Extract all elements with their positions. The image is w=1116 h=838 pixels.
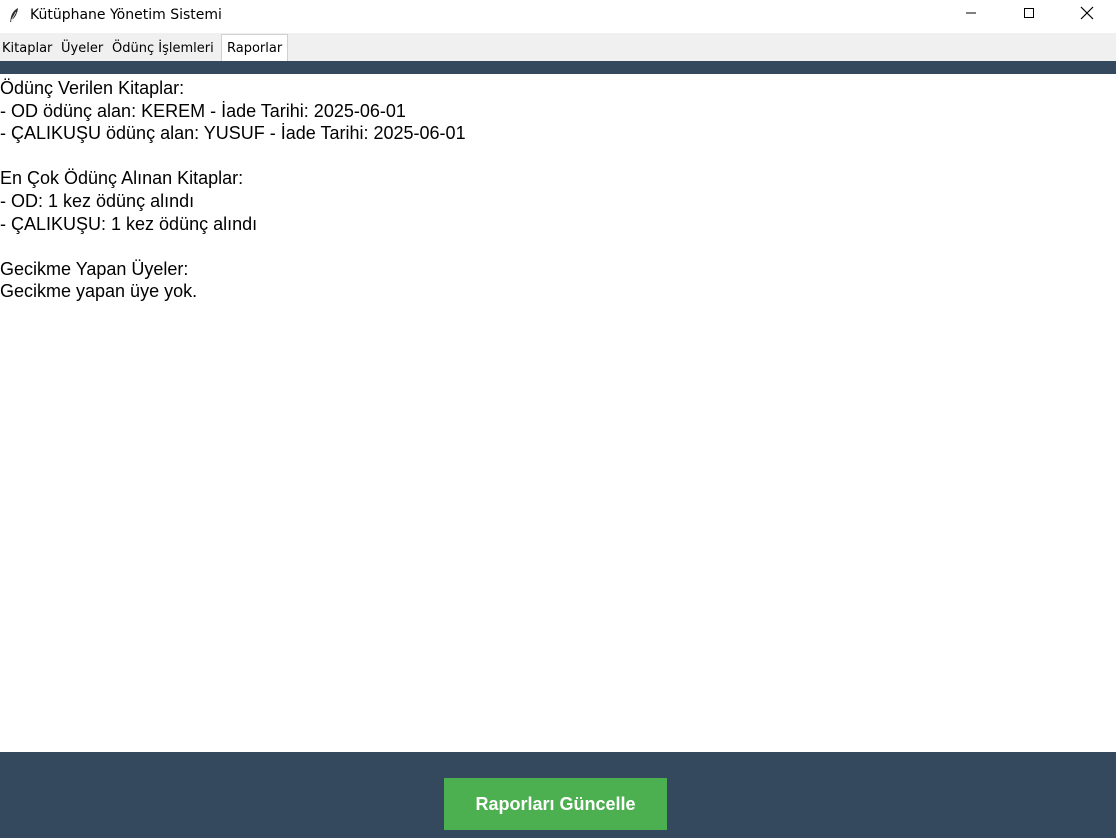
- header-divider: [0, 61, 1116, 74]
- tab-odunc-islemleri[interactable]: Ödünç İşlemleri: [110, 37, 216, 61]
- title-bar: Kütüphane Yönetim Sistemi: [0, 0, 1116, 30]
- footer-bar: Raporları Güncelle: [0, 752, 1116, 838]
- maximize-icon: [1023, 6, 1035, 24]
- minimize-button[interactable]: [942, 0, 1000, 30]
- report-heading-borrowed: Ödünç Verilen Kitaplar:: [0, 78, 185, 98]
- report-blank-line: [0, 235, 1116, 258]
- report-blank-line: [0, 145, 1116, 168]
- feather-icon: [6, 7, 22, 23]
- tab-uyeler[interactable]: Üyeler: [59, 37, 105, 61]
- report-line: Gecikme yapan üye yok.: [0, 281, 198, 302]
- window-title: Kütüphane Yönetim Sistemi: [30, 7, 222, 23]
- window-controls: [942, 0, 1116, 30]
- report-text-area[interactable]: Ödünç Verilen Kitaplar: - OD ödünç alan:…: [0, 77, 1116, 752]
- report-heading-most-borrowed: En Çok Ödünç Alınan Kitaplar:: [0, 168, 244, 189]
- tab-kitaplar[interactable]: Kitaplar: [0, 37, 54, 61]
- close-button[interactable]: [1058, 0, 1116, 30]
- report-line: - ÇALIKUŞU: 1 kez ödünç alındı: [0, 213, 258, 234]
- tab-raporlar[interactable]: Raporlar: [221, 34, 289, 61]
- close-icon: [1080, 6, 1094, 25]
- report-line: - ÇALIKUŞU ödünç alan: YUSUF - İade Tari…: [0, 123, 466, 144]
- maximize-button[interactable]: [1000, 0, 1058, 30]
- report-heading-overdue: Gecikme Yapan Üyeler:: [0, 258, 189, 279]
- report-line: - OD ödünç alan: KEREM - İade Tarihi: 20…: [0, 100, 406, 121]
- app-window: Kütüphane Yönetim Sistemi Kitaplar Üyele…: [0, 0, 1116, 838]
- minimize-icon: [965, 6, 977, 24]
- report-line: - OD: 1 kez ödünç alındı: [0, 190, 195, 211]
- update-reports-button[interactable]: Raporları Güncelle: [444, 778, 667, 830]
- tab-bar: Kitaplar Üyeler Ödünç İşlemleri Raporlar: [0, 33, 1116, 61]
